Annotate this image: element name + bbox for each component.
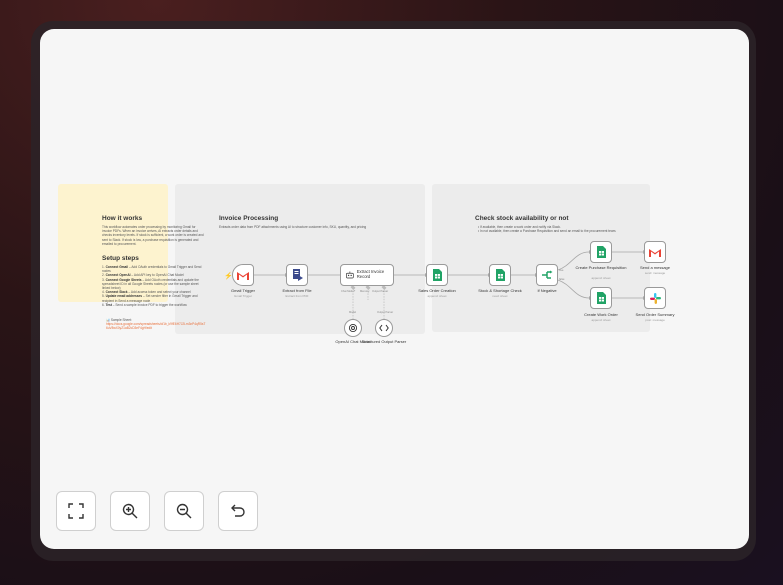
node-openai-chat-model[interactable] — [344, 319, 362, 337]
node-sublabel: Gmail Trigger — [233, 294, 252, 298]
port-true: true — [559, 269, 564, 272]
if-branch-icon — [542, 270, 553, 279]
fit-view-button[interactable] — [56, 491, 96, 531]
zoom-out-button[interactable] — [164, 491, 204, 531]
node-label: Create Purchase Requisition — [575, 265, 627, 270]
node-sublabel: append: sheet — [427, 294, 447, 298]
node-sublabel: append: sheet — [591, 276, 611, 280]
fit-view-icon — [68, 503, 84, 519]
node-label: Extract Invoice Record — [356, 269, 385, 279]
node-if-negative[interactable] — [536, 264, 558, 286]
node-sales-order-creation[interactable] — [426, 264, 448, 286]
node-label: Send a message — [639, 265, 671, 270]
undo-icon — [231, 504, 245, 517]
node-extract-invoice-record[interactable]: Extract Invoice Record — [340, 264, 394, 286]
node-create-work-order[interactable] — [590, 287, 612, 309]
node-label: Gmail Trigger — [230, 288, 255, 293]
node-sublabel: append: sheet — [591, 318, 611, 322]
node-label: Create Work Order — [584, 312, 618, 317]
undo-button[interactable] — [218, 491, 258, 531]
node-label: Send Order Summary — [635, 312, 675, 317]
gmail-icon — [237, 271, 249, 280]
file-extract-icon — [292, 269, 303, 281]
zoom-in-icon — [122, 503, 138, 519]
node-sublabel: post: message — [645, 318, 665, 322]
port-chat-model: Chat Model* — [341, 290, 356, 293]
node-sublabel: send: message — [644, 271, 666, 275]
node-gmail-trigger[interactable] — [232, 264, 254, 286]
code-brackets-icon — [379, 324, 389, 332]
gmail-icon — [649, 248, 661, 257]
port-output-parser-2: Output Parser — [377, 311, 394, 314]
slack-icon — [649, 292, 661, 304]
openai-icon — [348, 323, 358, 333]
node-sublabel: Extract from PDF — [285, 294, 309, 298]
node-label: Structured Output Parser — [361, 339, 407, 344]
google-sheets-icon — [432, 269, 442, 281]
node-extract-from-file[interactable] — [286, 264, 308, 286]
zoom-in-button[interactable] — [110, 491, 150, 531]
node-label: If Negative — [537, 288, 557, 293]
robot-icon — [346, 271, 354, 279]
node-structured-output-parser[interactable] — [375, 319, 393, 337]
port-output-parser: Output Parser — [372, 290, 389, 293]
node-label: Extract from File — [282, 288, 312, 293]
zoom-out-icon — [176, 503, 192, 519]
node-sublabel: read: sheet — [492, 294, 508, 298]
node-label: Sales Order Creation — [418, 288, 456, 293]
node-send-order-summary[interactable] — [644, 287, 666, 309]
google-sheets-icon — [596, 292, 606, 304]
port-false: false — [559, 278, 565, 281]
google-sheets-icon — [495, 269, 505, 281]
node-stock-shortage-check[interactable] — [489, 264, 511, 286]
port-model: Model — [349, 311, 357, 314]
node-create-purchase-requisition[interactable] — [590, 241, 612, 263]
port-memory: Memory — [360, 290, 370, 293]
node-send-a-message[interactable] — [644, 241, 666, 263]
google-sheets-icon — [596, 246, 606, 258]
